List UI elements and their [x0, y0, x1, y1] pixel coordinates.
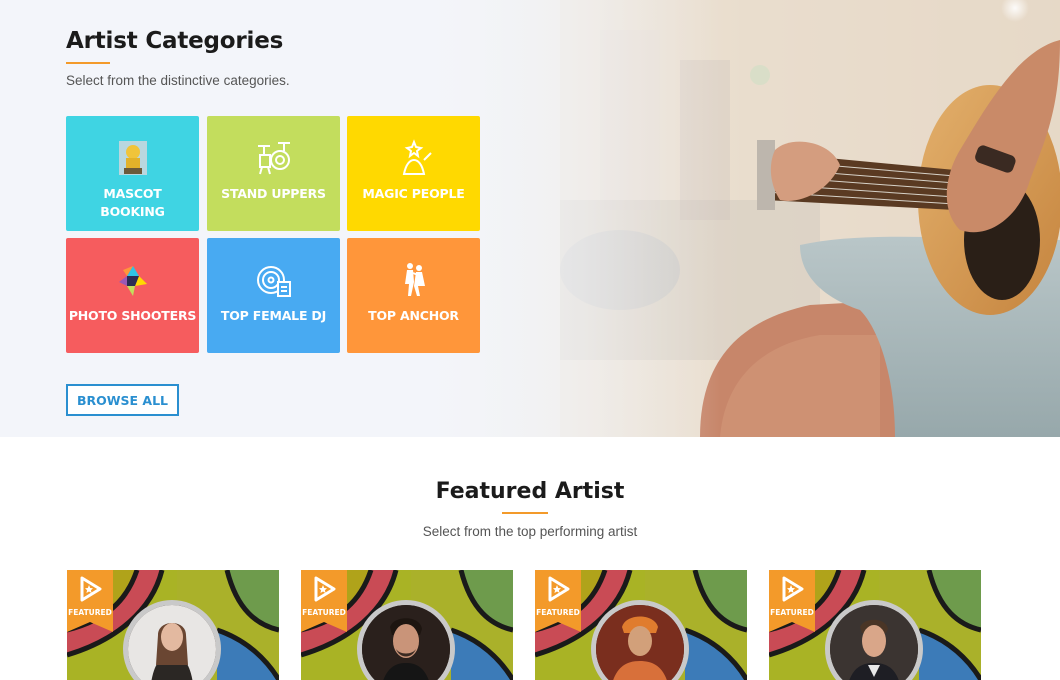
featured-label: FEATURED [770, 608, 814, 617]
featured-subtitle: Select from the top performing artist [422, 524, 638, 539]
featured-artist-card[interactable]: FEATURED [67, 570, 279, 680]
tile-label: TOP FEMALE DJ [220, 308, 327, 323]
male-presenter-photo [830, 605, 918, 680]
saint-costume-photo [596, 605, 684, 680]
category-tile-mascot-booking[interactable]: MASCOT BOOKING [66, 116, 199, 231]
featured-ribbon: FEATURED [769, 570, 815, 632]
featured-label: FEATURED [68, 608, 112, 617]
camera-aperture-icon [118, 266, 147, 296]
featured-label: FEATURED [536, 608, 580, 617]
categories-title: Artist Categories [66, 28, 284, 54]
tile-label: TOP ANCHOR [368, 308, 459, 323]
category-tile-photo-shooters[interactable]: PHOTO SHOOTERS [66, 238, 199, 353]
title-accent-underline [66, 62, 110, 64]
tile-label-line2: BOOKING [100, 204, 165, 219]
tile-label: MAGIC PEOPLE [362, 186, 465, 201]
tile-label: STAND UPPERS [221, 186, 326, 201]
female-artist-photo [128, 605, 216, 680]
dj-turntable-icon [256, 266, 291, 297]
featured-ribbon: FEATURED [301, 570, 347, 632]
category-tile-magic-people[interactable]: MAGIC PEOPLE [347, 116, 480, 231]
featured-artist-card[interactable]: FEATURED [301, 570, 513, 680]
star-play-icon [80, 576, 102, 602]
category-tile-stand-uppers[interactable]: STAND UPPERS [207, 116, 340, 231]
featured-ribbon: FEATURED [535, 570, 581, 632]
hero-section: Artist Categories Select from the distin… [0, 0, 1060, 437]
male-singer-photo [362, 605, 450, 680]
categories-subtitle: Select from the distinctive categories. [66, 73, 290, 88]
tile-label: PHOTO SHOOTERS [68, 308, 197, 323]
category-tile-top-female-dj[interactable]: TOP FEMALE DJ [207, 238, 340, 353]
magician-icon [402, 139, 432, 175]
browse-all-button[interactable]: BROWSE ALL [66, 384, 179, 416]
dancing-couple-icon [404, 263, 425, 296]
category-tile-top-anchor[interactable]: TOP ANCHOR [347, 238, 480, 353]
tile-label-line1: MASCOT [103, 186, 162, 201]
drum-kit-icon [257, 142, 290, 175]
featured-title: Featured Artist [435, 479, 625, 504]
star-play-icon [782, 576, 804, 602]
featured-artist-card[interactable]: FEATURED [535, 570, 747, 680]
star-play-icon [314, 576, 336, 602]
star-play-icon [548, 576, 570, 602]
featured-ribbon: FEATURED [67, 570, 113, 632]
mascot-icon [118, 141, 147, 175]
featured-artist-card[interactable]: FEATURED [769, 570, 981, 680]
featured-label: FEATURED [302, 608, 346, 617]
featured-title-underline [502, 512, 548, 514]
